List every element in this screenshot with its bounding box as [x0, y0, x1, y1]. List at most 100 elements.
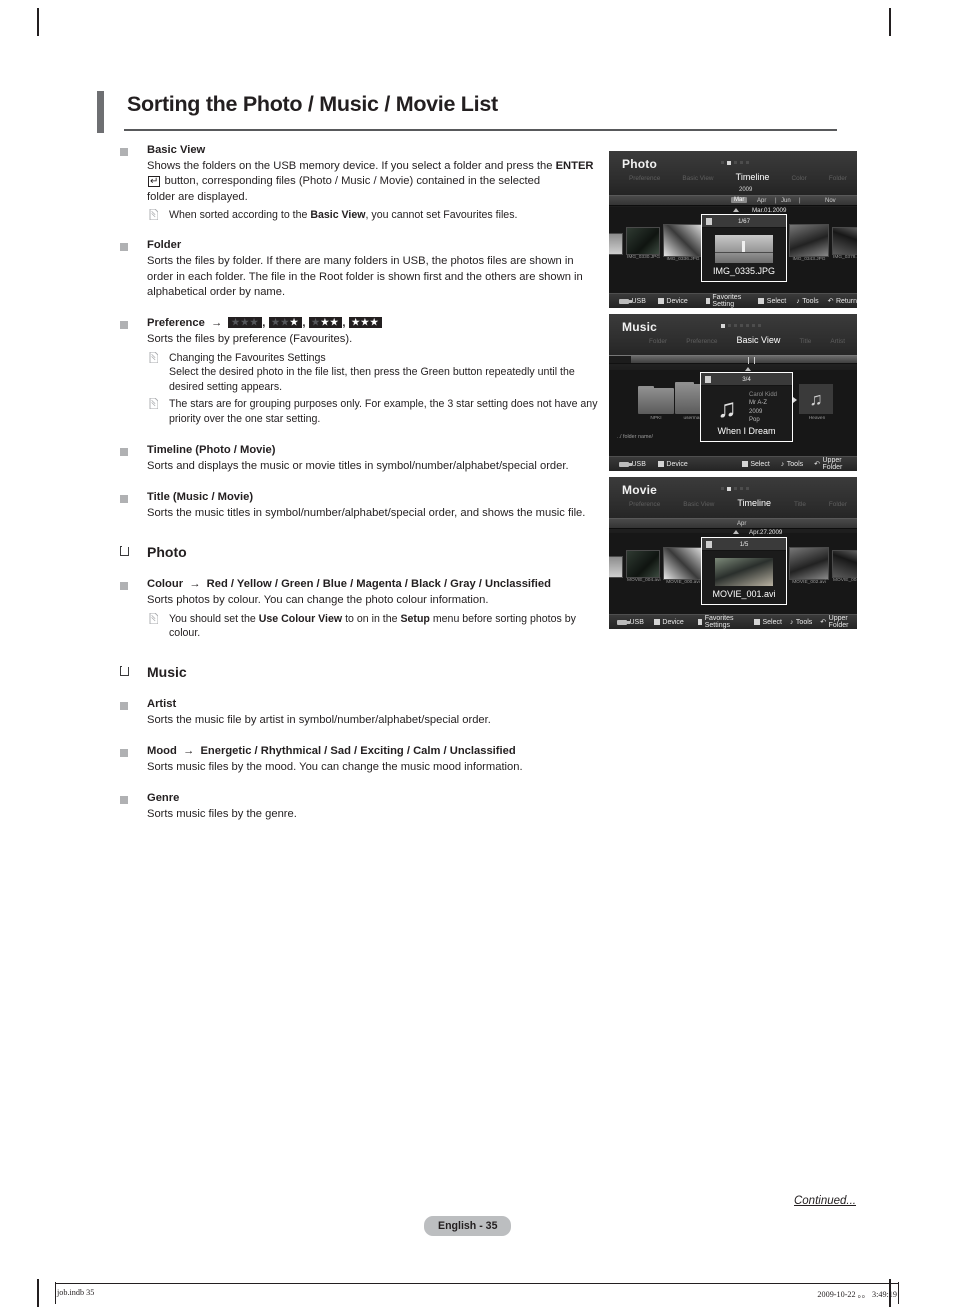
tab-folder[interactable]: Folder [649, 338, 667, 345]
section-heading-row: Preference → ★★★, ★★★, ★★★, ★★★ [147, 316, 602, 331]
photo-month-selected[interactable]: Mar [731, 196, 748, 203]
dot [721, 161, 724, 164]
music-artist: Carol Kidd [749, 392, 778, 398]
thumbnail-left-2[interactable]: MOVIE_004.avi [626, 550, 661, 583]
photo-focused-item[interactable]: 1/67 IMG_0335.JPG [701, 214, 787, 282]
page-header: Sorting the Photo / Music / Movie List [97, 88, 837, 133]
thumbnail-right-1[interactable]: MOVIE_002.avi [789, 547, 829, 585]
movie-preview-image [715, 558, 773, 586]
footer-tools[interactable]: ♪ Tools [781, 461, 803, 468]
footer-tools[interactable]: ♪ Tools [796, 298, 818, 305]
footer-return[interactable]: ↶ Return [828, 297, 857, 306]
tab-timeline[interactable]: Timeline [736, 172, 770, 182]
note-pencil-icon [149, 351, 158, 363]
music-note-thumb-right[interactable]: ♫ [799, 384, 833, 414]
star-chip-0-stars: ★★★ [231, 317, 260, 328]
tab-timeline[interactable]: Timeline [737, 498, 771, 508]
footer-usb[interactable]: USB [619, 298, 646, 305]
tab-preference[interactable]: Preference [686, 338, 717, 345]
crop-mark-bl [37, 1279, 39, 1307]
preference-star-chips: ★★★, ★★★, ★★★, ★★★ [228, 317, 383, 329]
footer-favorites-settings[interactable]: Favorites Settings [697, 615, 746, 629]
thumbnail-left-1[interactable]: IMG_0336.JPG [663, 224, 703, 262]
music-scroll-bar[interactable] [609, 355, 857, 364]
section-body: Sorts music files by the mood. You can c… [147, 761, 523, 774]
thumbnail-far-left[interactable] [609, 233, 623, 255]
dot [758, 324, 761, 327]
footer-tools[interactable]: ♪ Tools [790, 619, 812, 626]
page-title: Sorting the Photo / Music / Movie List [127, 92, 498, 116]
square-bullet-icon [120, 494, 128, 503]
tab-preference[interactable]: Preference [629, 175, 660, 182]
dot [746, 324, 749, 327]
note-bold-basic-view: Basic View [310, 208, 366, 221]
tab-title[interactable]: Title [799, 338, 811, 345]
tab-title[interactable]: Title [794, 501, 806, 508]
thumbnail-right-1[interactable]: IMG_0343.JPG [789, 224, 829, 262]
footer-usb[interactable]: USB [617, 619, 644, 626]
continued-label: Continued... [793, 1195, 856, 1207]
title-divider [124, 129, 837, 132]
note-title: Changing the Favourites Settings [169, 351, 326, 364]
music-label-right: Heaven [808, 416, 826, 421]
thumbnail-left-2[interactable]: IMG_0330.JPG [626, 227, 660, 260]
scroll-right-arrow-icon[interactable] [793, 397, 797, 403]
section-body-cont: folder are displayed. [147, 190, 248, 203]
thumbnail-left-1[interactable]: MOVIE_000.avi [663, 547, 703, 585]
section-body: Sorts the files by preference (Favourite… [147, 333, 353, 346]
tab-folder[interactable]: Folder [829, 501, 847, 508]
movie-focused-item[interactable]: 1/5 MOVIE_001.avi [701, 537, 787, 605]
tab-preference[interactable]: Preference [629, 501, 660, 508]
footer-device[interactable]: Device [657, 461, 688, 468]
tools-icon: ♪ [789, 618, 794, 626]
tab-artist[interactable]: Artist [830, 338, 845, 345]
footer-favorites-setting[interactable]: Favorites Setting [705, 294, 748, 308]
tab-folder[interactable]: Folder [829, 175, 847, 182]
photo-month-apr[interactable]: Apr [757, 198, 766, 204]
footer-select[interactable]: Select [758, 298, 786, 305]
movie-screen-title: Movie [622, 483, 658, 497]
screenshot-music-list: Music Folder Preference Basic View Title… [609, 314, 857, 471]
thumbnail-far-left[interactable] [609, 556, 623, 578]
movie-counter: 1/5 [739, 541, 749, 548]
dot [734, 161, 737, 164]
movie-date-label: Apr.27.2009 [749, 529, 783, 536]
note-text-b: , you cannot set Favourites files. [365, 208, 518, 221]
dot [752, 324, 755, 327]
note-bold-use-colour-view: Use Colour View [258, 612, 343, 625]
footer-device[interactable]: Device [653, 619, 684, 626]
photo-month-nov[interactable]: Nov [825, 198, 836, 204]
tab-color[interactable]: Color [791, 175, 806, 182]
tab-basic-view[interactable]: Basic View [683, 501, 714, 508]
note-favourites-settings: Changing the Favourites Settings Select … [147, 351, 602, 395]
footer-usb[interactable]: USB [619, 461, 646, 468]
tab-basic-view[interactable]: Basic View [682, 175, 713, 182]
footer-select-label: Select [762, 618, 782, 626]
movie-month-apr[interactable]: Apr [737, 521, 746, 527]
dot [746, 487, 749, 490]
thumbnail-right-2[interactable]: IMG_0378.JPG [832, 227, 857, 260]
music-focused-item[interactable]: 3/4 ♫ Carol Kidd Mr A-Z 2009 Pop When I … [700, 372, 793, 442]
footer-upper-folder[interactable]: ↶ Upper Folder [820, 615, 857, 629]
footer-tools-label: Tools [802, 297, 819, 305]
footer-select[interactable]: Select [741, 461, 770, 468]
print-tick-left [55, 1282, 56, 1304]
star-chip-2: ★★★ [308, 317, 343, 329]
photo-month-jun[interactable]: Jun [781, 198, 791, 204]
dot [746, 161, 749, 164]
folder-left-2[interactable] [638, 385, 674, 414]
photo-sort-tabs: Preference Basic View Timeline Color Fol… [629, 172, 847, 182]
footer-upper-folder[interactable]: ↶ Upper Folder [814, 457, 857, 471]
footer-device[interactable]: Device [657, 298, 688, 305]
tab-basic-view[interactable]: Basic View [737, 335, 781, 345]
photo-footer-bar: USB Device Favorites Setting Select ♪ Too… [609, 293, 857, 308]
thumbnail-right-2[interactable]: MOVIE_004.avi [832, 550, 857, 583]
footer-select[interactable]: Select [753, 618, 782, 626]
section-heading: Mood [147, 745, 177, 758]
section-genre: Genre Sorts music files by the genre. [120, 791, 602, 822]
movie-timeline-caret-icon [733, 530, 739, 534]
usb-icon [619, 461, 632, 467]
photo-tick-1: | [775, 197, 777, 204]
music-screen-title: Music [622, 320, 658, 334]
square-bullet-icon [120, 582, 128, 591]
